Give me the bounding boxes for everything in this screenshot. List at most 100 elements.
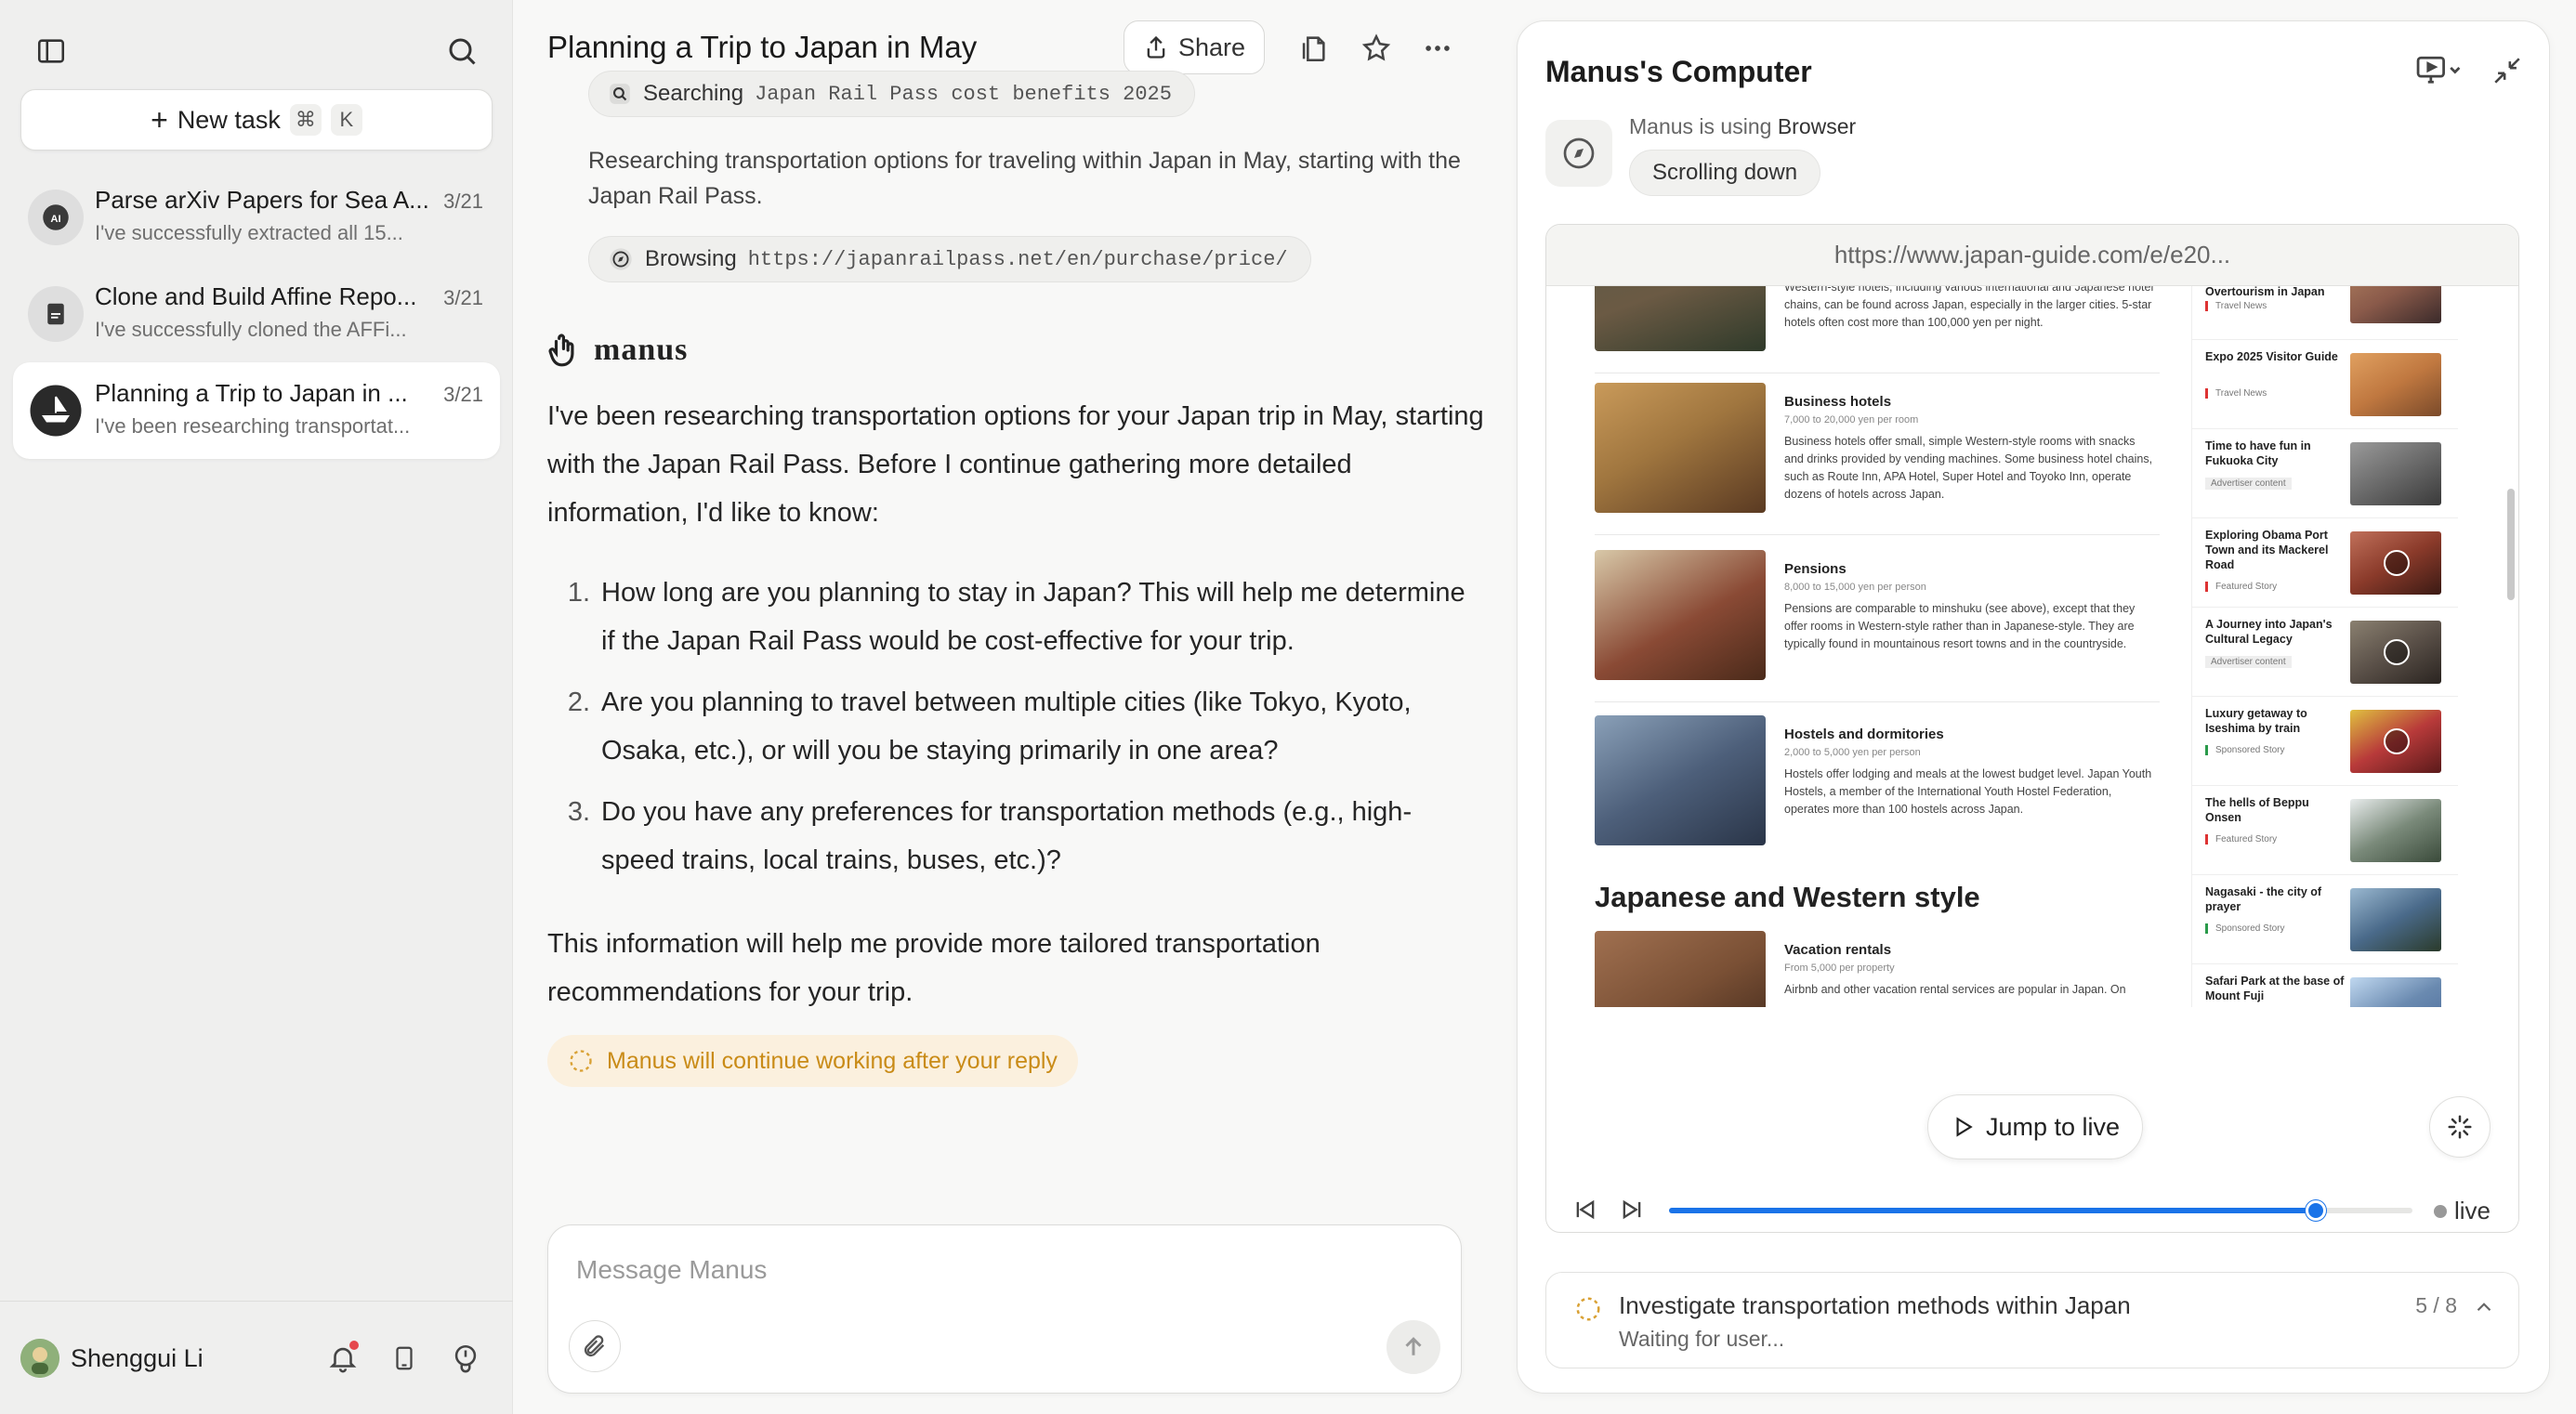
tablet-icon[interactable] <box>385 1339 424 1378</box>
share-icon <box>1147 35 1165 59</box>
jump-label: Jump to live <box>1985 1112 2121 1141</box>
agent-name: manus <box>594 333 689 367</box>
hotel-price: 7,000 to 20,000 yen per room <box>1784 414 1919 426</box>
task-status-card[interactable]: Investigate transportation methods withi… <box>1545 1272 2519 1368</box>
step-arg: Japan Rail Pass cost benefits 2025 <box>755 82 1172 106</box>
url-bar: https://www.japan-guide.com/e/e20... <box>1546 225 2518 286</box>
live-label: live <box>2453 1197 2491 1224</box>
minimize-icon[interactable] <box>2491 55 2523 91</box>
skip-forward-icon[interactable] <box>1615 1193 1649 1226</box>
spinner-icon <box>2448 1115 2472 1139</box>
chevron-up-icon[interactable] <box>2472 1295 2496 1319</box>
toggle-sidebar-icon[interactable] <box>32 32 71 71</box>
skip-back-icon[interactable] <box>1569 1193 1602 1226</box>
send-button[interactable] <box>1387 1320 1440 1374</box>
using-prefix: Manus is using <box>1629 114 1772 138</box>
hotel-desc: Pensions are comparable to minshuku (see… <box>1784 602 2136 650</box>
scrollbar[interactable] <box>2507 489 2515 600</box>
playback-controls: live <box>1546 1185 2518 1232</box>
story-item[interactable]: Nagasaki - the city of prayer Sponsored … <box>2192 875 2458 964</box>
share-button[interactable]: Share <box>1124 20 1265 74</box>
story-item[interactable]: Exploring Obama Port Town and its Macker… <box>2192 518 2458 608</box>
composer <box>547 1224 1462 1394</box>
task-preview: I've successfully cloned the AFFi... <box>95 318 407 341</box>
story-tag: Featured Story <box>2205 582 2277 592</box>
lightbulb-icon[interactable] <box>446 1339 485 1378</box>
task-preview: I've successfully extracted all 15... <box>95 221 403 244</box>
message-input[interactable] <box>574 1253 1411 1294</box>
computer-title: Manus's Computer <box>1545 55 1812 88</box>
search-icon <box>610 84 630 104</box>
attach-button[interactable] <box>569 1320 621 1372</box>
user-name[interactable]: Shenggui Li <box>71 1344 204 1373</box>
story-image <box>2350 799 2441 862</box>
task-item-parse-arxiv[interactable]: AI Parse arXiv Papers for Sea A... 3/21 … <box>13 169 500 266</box>
computer-panel: Manus's Computer Manus is using Browser … <box>1517 20 2550 1394</box>
hotel-price: 2,000 to 5,000 yen per person <box>1784 747 1921 758</box>
timeline-handle[interactable] <box>2306 1200 2326 1221</box>
hotel-item: Western-style hotels, including various … <box>1595 286 2199 388</box>
story-item[interactable]: The hells of Beppu Onsen Featured Story <box>2192 786 2458 875</box>
message-outro: This information will help me provide mo… <box>547 929 1321 1007</box>
live-indicator[interactable]: live <box>2433 1197 2491 1225</box>
play-icon <box>2384 639 2410 665</box>
divider <box>1595 701 2160 702</box>
timeline-slider[interactable] <box>1669 1200 2412 1221</box>
copy-file-icon[interactable] <box>1293 28 1334 69</box>
question-text: Do you have any preferences for transpor… <box>601 797 1413 875</box>
notification-dot-icon <box>349 1341 359 1350</box>
task-title: Parse arXiv Papers for Sea A... <box>95 186 429 214</box>
page-title: Planning a Trip to Japan in May <box>547 30 978 64</box>
loading-button[interactable] <box>2429 1096 2491 1158</box>
story-tag: Featured Story <box>2205 834 2277 844</box>
task-item-japan-trip[interactable]: Planning a Trip to Japan in ... 3/21 I'v… <box>13 362 500 459</box>
story-title: Exploring Obama Port Town and its Macker… <box>2205 529 2329 571</box>
story-image <box>2350 621 2441 684</box>
step-browsing[interactable]: Browsing https://japanrailpass.net/en/pu… <box>588 236 1311 282</box>
sidebar: + New task ⌘ K AI Parse arXiv Papers for… <box>0 0 513 1414</box>
monitor-icon[interactable] <box>2415 55 2464 91</box>
task-item-clone-affine[interactable]: Clone and Build Affine Repo... 3/21 I've… <box>13 266 500 362</box>
jump-to-live-button[interactable]: Jump to live <box>1927 1094 2143 1159</box>
compass-icon <box>610 248 632 270</box>
story-title: The hells of Beppu Onsen <box>2205 796 2309 824</box>
search-icon[interactable] <box>442 32 481 71</box>
story-item[interactable]: Time to have fun in Fukuoka City Adverti… <box>2192 429 2458 518</box>
story-title: Nagasaki - the city of prayer <box>2205 885 2322 913</box>
story-item[interactable]: A Journey into Japan's Cultural Legacy A… <box>2192 608 2458 697</box>
avatar[interactable] <box>20 1339 59 1378</box>
step-searching[interactable]: Searching Japan Rail Pass cost benefits … <box>588 71 1195 117</box>
ai-icon: AI <box>28 190 84 245</box>
timeline-progress <box>1669 1208 2316 1213</box>
more-options-icon[interactable] <box>1417 28 1458 69</box>
story-tag: Advertiser content <box>2205 656 2292 668</box>
question-text: How long are you planning to stay in Jap… <box>601 578 1465 656</box>
section-heading: Japanese and Western style <box>1595 881 1980 913</box>
story-image <box>2350 710 2441 773</box>
loading-spinner-icon <box>570 1050 592 1072</box>
webpage[interactable]: Western-style hotels, including various … <box>1546 286 2518 1007</box>
tool-usage: Manus is using Browser <box>1629 114 1856 139</box>
hotel-image <box>1595 383 1766 513</box>
status-subtitle: Waiting for user... <box>1619 1327 1785 1351</box>
agent-header: manus <box>547 331 688 370</box>
hotel-desc: Western-style hotels, including various … <box>1784 286 2154 329</box>
live-dot-icon <box>2433 1204 2447 1218</box>
working-note: Manus will continue working after your r… <box>607 1047 1058 1074</box>
star-icon[interactable] <box>1356 28 1397 69</box>
story-item[interactable]: Luxury getaway to Iseshima by train Spon… <box>2192 697 2458 786</box>
hotel-item: Business hotels 7,000 to 20,000 yen per … <box>1595 383 2199 550</box>
task-date: 3/21 <box>443 383 483 406</box>
new-task-button[interactable]: + New task ⌘ K <box>20 89 493 151</box>
hotel-image <box>1595 550 1766 680</box>
bell-icon[interactable] <box>323 1339 362 1378</box>
message-intro: I've been researching transportation opt… <box>547 401 1484 528</box>
task-preview: I've been researching transportat... <box>95 414 411 438</box>
shortcut-cmd: ⌘ <box>289 104 322 136</box>
story-item[interactable]: Overtourism in Japan Travel News <box>2192 286 2458 340</box>
document-icon <box>28 286 84 342</box>
step-note: Researching transportation options for t… <box>588 148 1461 209</box>
story-item[interactable]: Expo 2025 Visitor Guide Travel News <box>2192 340 2458 429</box>
story-item[interactable]: Safari Park at the base of Mount Fuji <box>2192 964 2458 1007</box>
hotel-item: Hostels and dormitories 2,000 to 5,000 y… <box>1595 715 2199 883</box>
